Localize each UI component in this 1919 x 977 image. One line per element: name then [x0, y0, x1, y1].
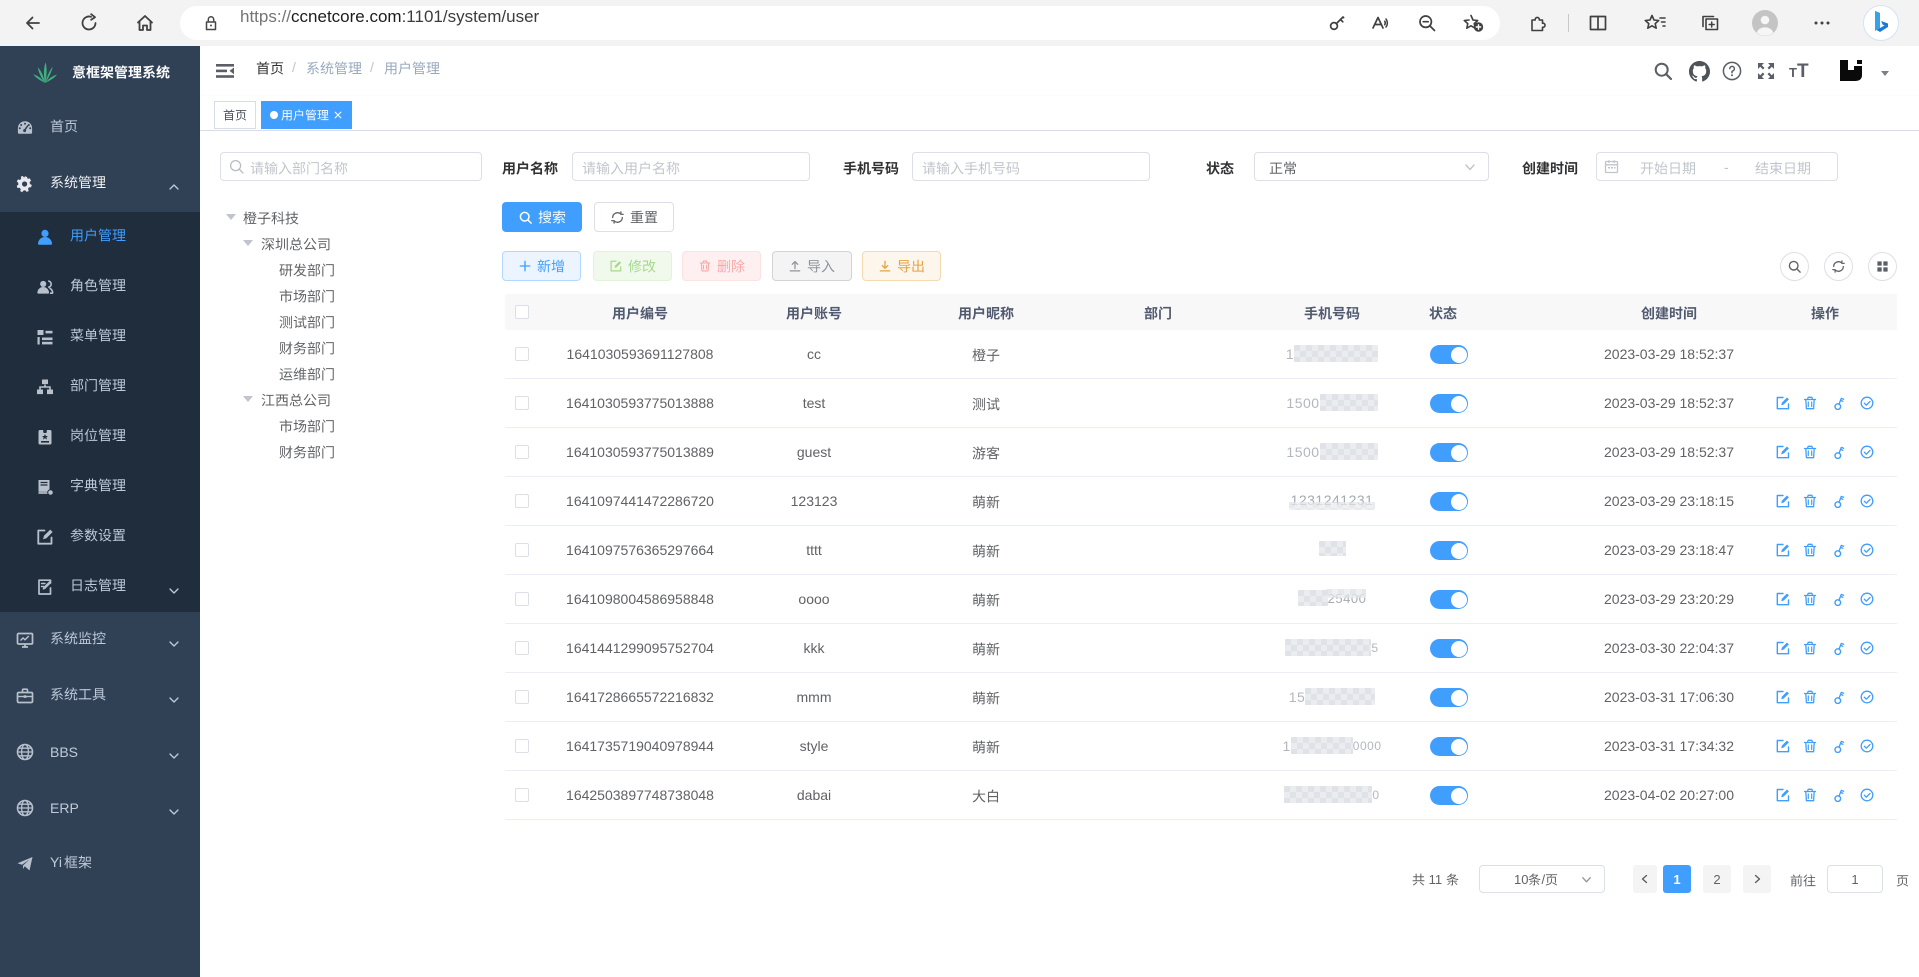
svg-text:T: T: [1789, 65, 1797, 80]
svg-text:T: T: [1797, 61, 1809, 81]
